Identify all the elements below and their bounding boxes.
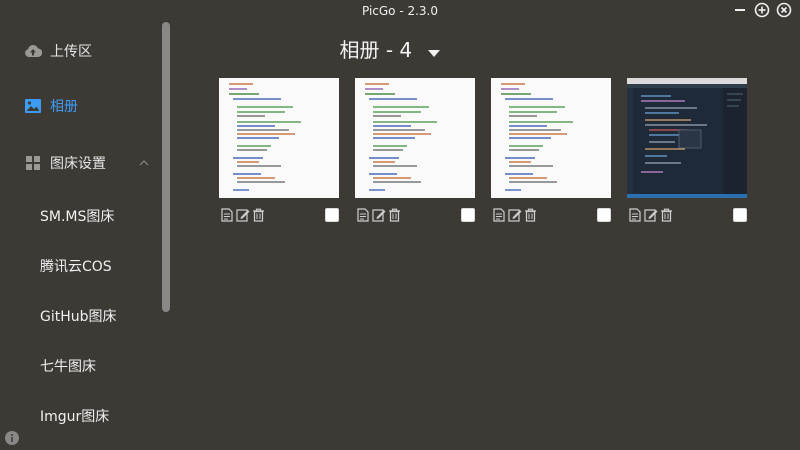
select-checkbox[interactable] [597, 208, 611, 222]
sidebar-item-album[interactable]: 相册 [0, 91, 160, 121]
delete-icon[interactable] [387, 208, 402, 223]
minimize-icon[interactable] [732, 2, 748, 18]
gallery-card [219, 78, 339, 224]
card-actions [627, 206, 747, 224]
gallery-card [355, 78, 475, 224]
gallery-card [627, 78, 747, 224]
image-thumbnail[interactable] [355, 78, 475, 198]
sidebar-subitem-github[interactable]: GitHub图床 [40, 304, 117, 328]
delete-icon[interactable] [251, 208, 266, 223]
sidebar-item-picbed-settings[interactable]: 图床设置 [0, 148, 160, 178]
edit-icon[interactable] [235, 208, 250, 223]
info-icon[interactable] [5, 430, 19, 445]
copy-link-icon[interactable] [627, 208, 642, 223]
sidebar-scrollbar[interactable] [162, 22, 170, 312]
gallery-title-text: 相册 - 4 [339, 38, 413, 62]
copy-link-icon[interactable] [491, 208, 506, 223]
sidebar-subitem-smms[interactable]: SM.MS图床 [40, 204, 114, 228]
grid-icon [24, 154, 42, 172]
card-actions [355, 206, 475, 224]
select-checkbox[interactable] [733, 208, 747, 222]
sidebar-subitem-qiniu[interactable]: 七牛图床 [40, 354, 96, 378]
delete-icon[interactable] [523, 208, 538, 223]
copy-link-icon[interactable] [219, 208, 234, 223]
edit-icon[interactable] [643, 208, 658, 223]
card-actions [491, 206, 611, 224]
delete-icon[interactable] [659, 208, 674, 223]
edit-icon[interactable] [507, 208, 522, 223]
chevron-up-icon [139, 148, 149, 178]
card-actions [219, 206, 339, 224]
image-thumbnail[interactable] [219, 78, 339, 198]
sidebar: 上传区 相册 图床设置 SM.MS图床 腾讯云COS GitHub图床 七牛图床… [0, 22, 170, 450]
close-icon[interactable] [776, 2, 792, 18]
sidebar-subitem-tencent-cos[interactable]: 腾讯云COS [40, 254, 112, 278]
image-thumbnail[interactable] [491, 78, 611, 198]
gallery-title[interactable]: 相册 - 4 [40, 34, 740, 64]
window-titlebar: PicGo - 2.3.0 [0, 0, 800, 22]
image-icon [24, 97, 42, 115]
image-thumbnail[interactable] [627, 78, 747, 198]
sidebar-subitem-imgur[interactable]: Imgur图床 [40, 404, 109, 428]
copy-link-icon[interactable] [355, 208, 370, 223]
sidebar-item-label: 图床设置 [50, 156, 106, 172]
edit-icon[interactable] [371, 208, 386, 223]
window-title: PicGo - 2.3.0 [361, 4, 439, 18]
gallery-card [491, 78, 611, 224]
maximize-icon[interactable] [754, 2, 770, 18]
caret-down-icon [427, 40, 441, 64]
select-checkbox[interactable] [461, 208, 475, 222]
select-checkbox[interactable] [325, 208, 339, 222]
window-controls [732, 2, 792, 18]
sidebar-item-label: 相册 [50, 99, 78, 115]
